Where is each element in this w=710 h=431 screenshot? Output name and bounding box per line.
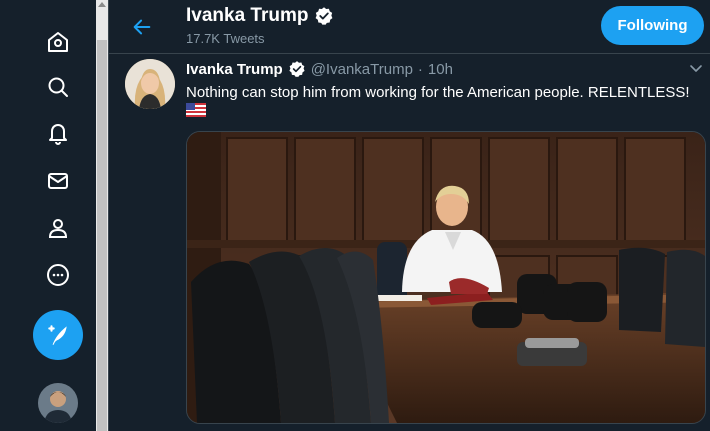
search-icon[interactable]: [40, 69, 76, 105]
chevron-down-icon[interactable]: [689, 62, 703, 76]
verified-badge-icon: [315, 7, 332, 25]
scroll-up-icon[interactable]: [98, 2, 106, 7]
tweet[interactable]: Ivanka Trump @IvankaTrump · 10h Nothing …: [109, 54, 710, 431]
more-icon[interactable]: [40, 257, 76, 293]
mail-icon[interactable]: [40, 163, 76, 199]
separator: ·: [417, 60, 423, 78]
account-avatar[interactable]: [38, 383, 78, 423]
back-arrow-icon: [133, 19, 151, 35]
compose-button[interactable]: [33, 310, 83, 360]
verified-badge-icon: [289, 61, 305, 78]
compose-icon: [48, 325, 67, 345]
page-title: Ivanka Trump: [186, 5, 334, 27]
us-flag-icon: [186, 103, 206, 117]
author-name[interactable]: Ivanka Trump: [186, 61, 283, 78]
tweet-time[interactable]: 10h: [428, 61, 453, 78]
author-avatar[interactable]: [125, 59, 175, 109]
back-button[interactable]: [127, 12, 157, 42]
tweet-header: Ivanka Trump @IvankaTrump · 10h: [186, 60, 453, 78]
profile-header: Ivanka Trump 17.7K Tweets Following: [109, 0, 710, 54]
nav-rail: [0, 0, 96, 431]
tweet-photo[interactable]: [186, 131, 706, 424]
scrollbar[interactable]: [96, 0, 108, 431]
home-icon[interactable]: [40, 24, 76, 60]
scrollbar-thumb[interactable]: [97, 40, 107, 431]
author-handle[interactable]: @IvankaTrump: [311, 61, 413, 78]
conference-room-photo: [187, 132, 705, 423]
tweet-count: 17.7K Tweets: [186, 31, 265, 46]
bell-icon[interactable]: [40, 115, 76, 151]
tweet-text: Nothing can stop him from working for th…: [186, 84, 690, 101]
page-title-text: Ivanka Trump: [186, 5, 309, 26]
following-button[interactable]: Following: [601, 6, 704, 45]
main-column: Ivanka Trump 17.7K Tweets Following Ivan…: [108, 0, 710, 431]
profile-icon[interactable]: [40, 210, 76, 246]
